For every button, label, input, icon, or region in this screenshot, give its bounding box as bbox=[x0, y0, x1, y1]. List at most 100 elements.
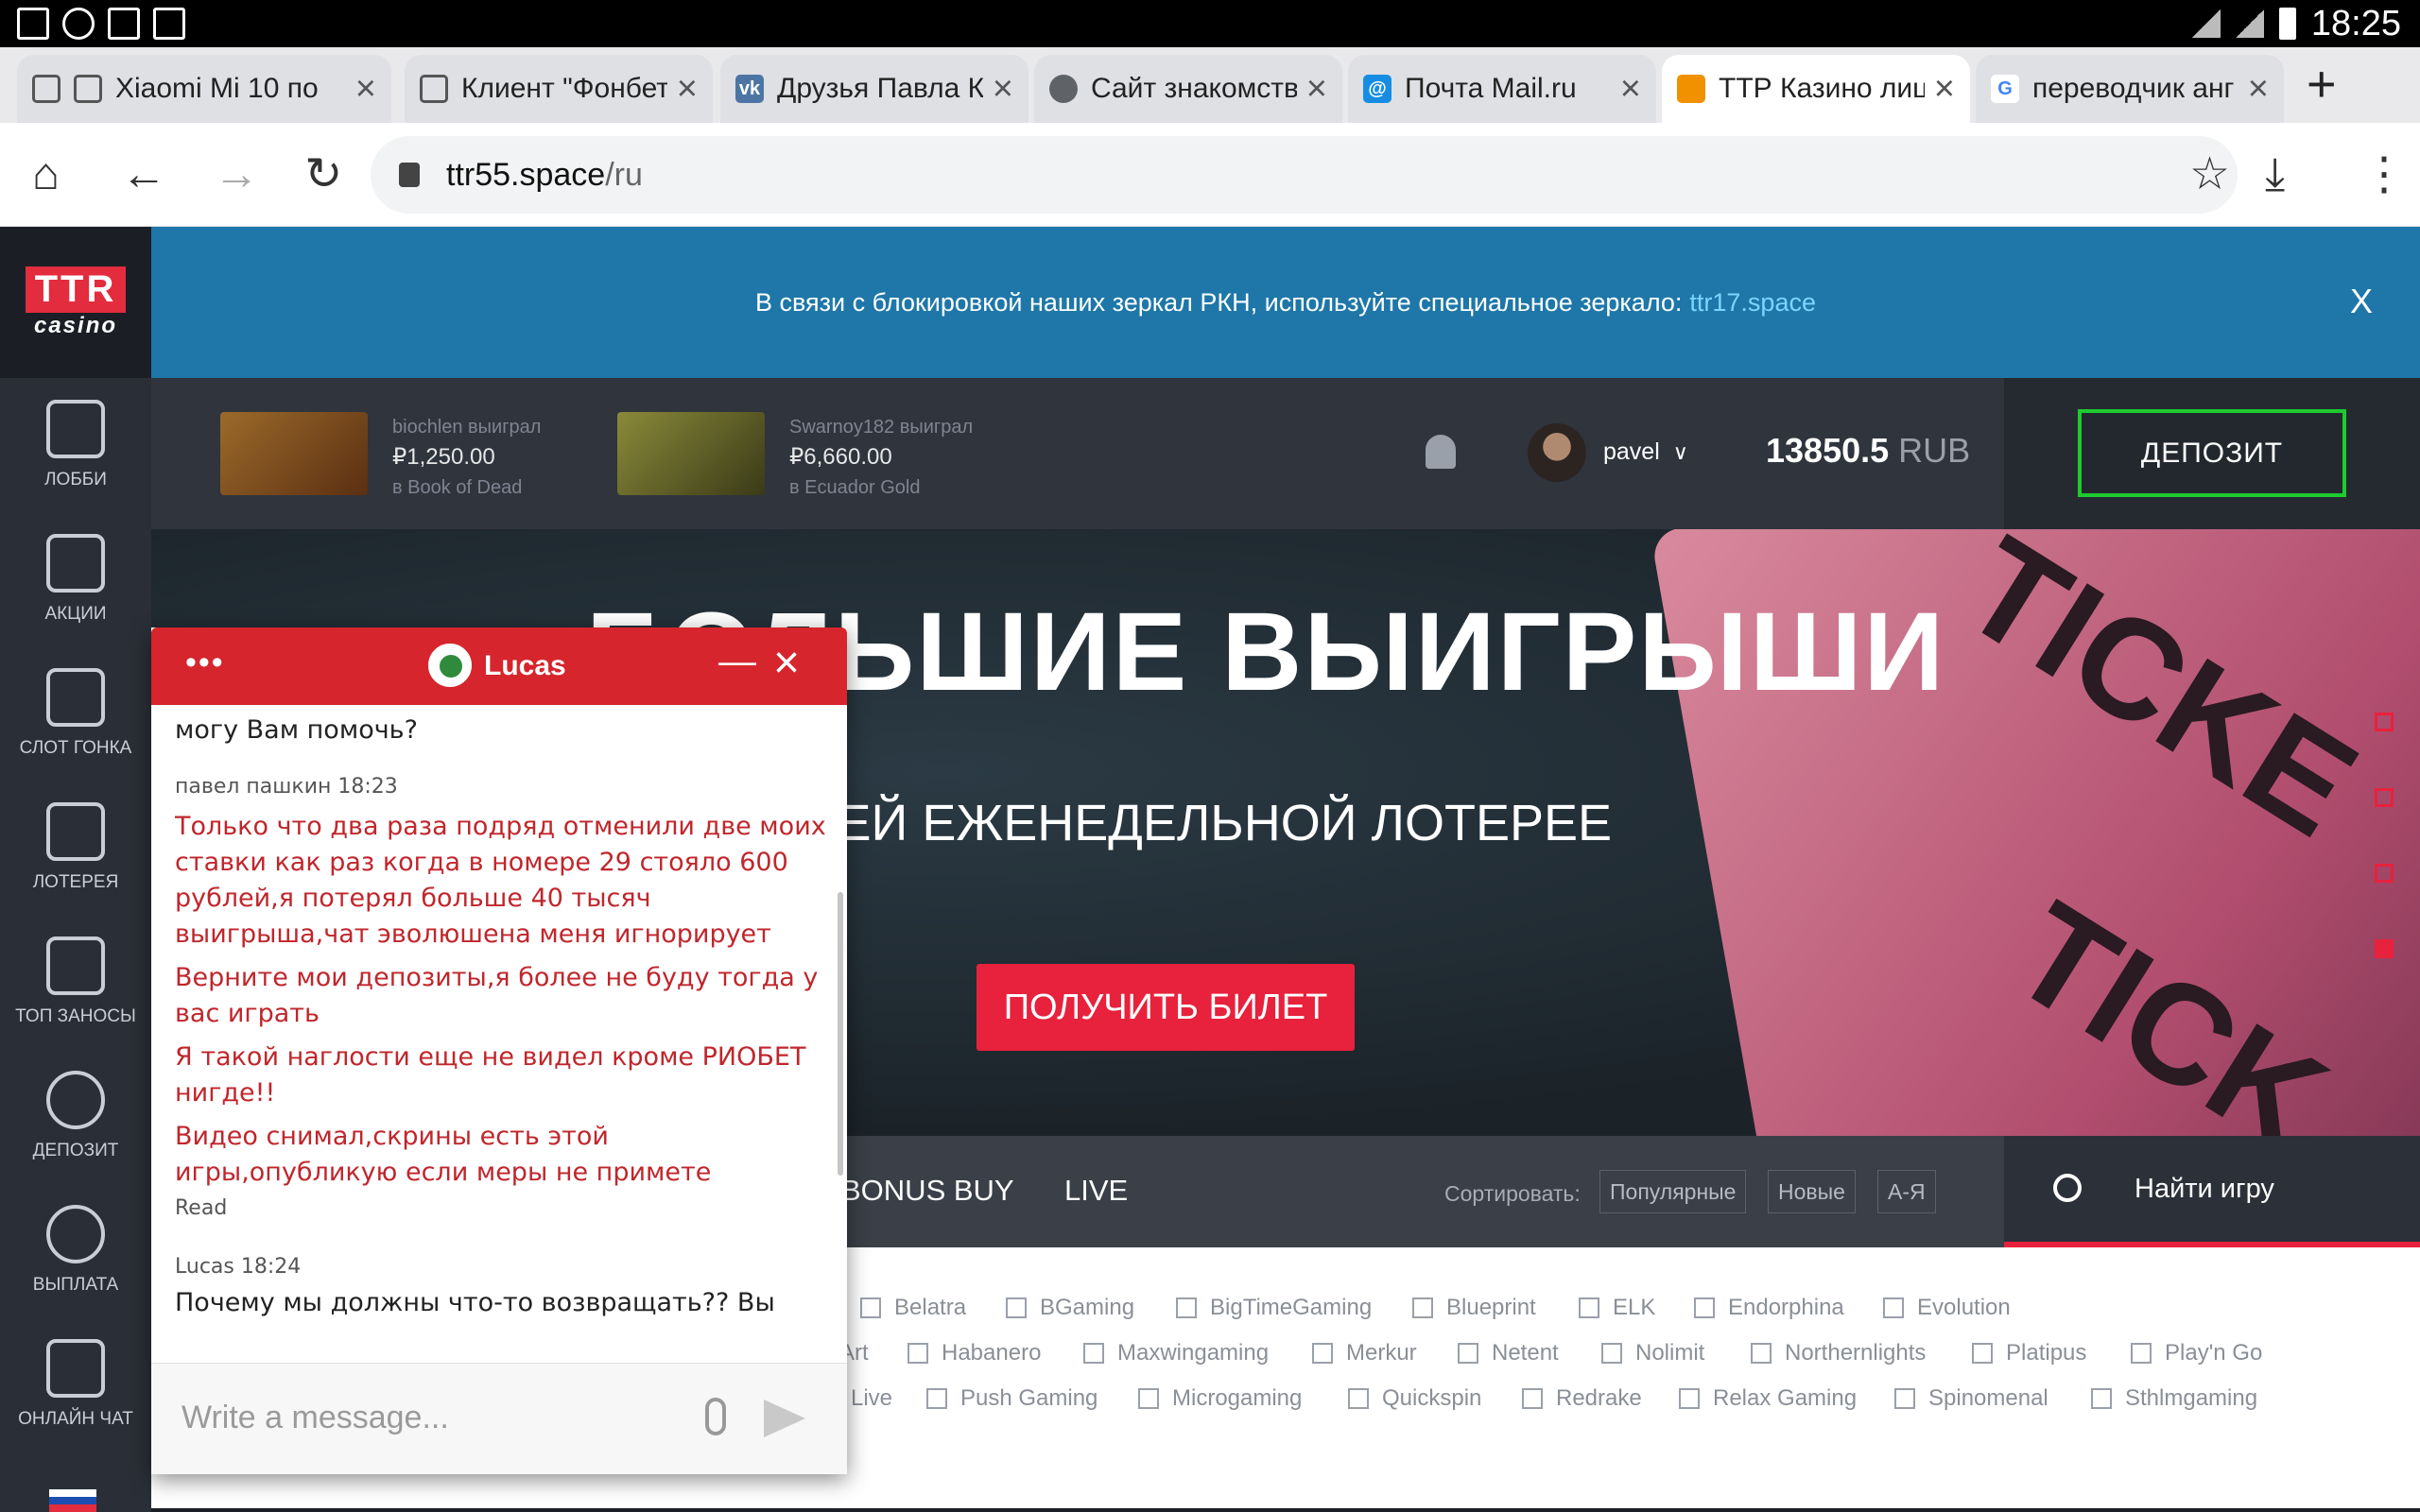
provider-checkbox[interactable]: Quickspin bbox=[1348, 1385, 1481, 1412]
notice-close-button[interactable]: X bbox=[2350, 282, 2373, 321]
url-field[interactable]: ttr55.space/ru bbox=[371, 136, 2238, 214]
sidebar-item-label: ОНЛАЙН ЧАТ bbox=[18, 1409, 133, 1429]
chat-menu-button[interactable]: ••• bbox=[185, 644, 225, 681]
close-icon[interactable]: × bbox=[355, 69, 376, 110]
provider-checkbox[interactable]: Belatra bbox=[860, 1295, 966, 1321]
tab-5[interactable]: ТТР Казино лиц × bbox=[1662, 55, 1970, 123]
provider-checkbox[interactable]: Netent bbox=[1458, 1340, 1559, 1366]
sort-new-button[interactable]: Новые bbox=[1768, 1170, 1856, 1213]
close-icon[interactable]: × bbox=[1934, 69, 1955, 110]
close-icon[interactable]: × bbox=[677, 69, 698, 110]
recent-win-card[interactable]: biochlen выиграл ₽1,250.00 в Book of Dea… bbox=[220, 412, 541, 503]
provider-checkbox[interactable]: Maxwingaming bbox=[1083, 1340, 1269, 1366]
provider-checkbox[interactable]: BigTimeGaming bbox=[1176, 1295, 1372, 1321]
provider-checkbox[interactable]: Merkur bbox=[1312, 1340, 1417, 1366]
tab-2[interactable]: vk Друзья Павла К × bbox=[720, 55, 1028, 123]
casino-logo[interactable]: TTR casino bbox=[0, 227, 151, 378]
close-icon[interactable]: × bbox=[773, 637, 800, 689]
tab-6[interactable]: G переводчик анг × bbox=[1976, 55, 2284, 123]
star-icon[interactable]: ☆ bbox=[2189, 149, 2230, 200]
minimize-icon[interactable]: — bbox=[718, 641, 756, 683]
provider-label: Habanero bbox=[942, 1340, 1042, 1366]
slider-dot[interactable] bbox=[2375, 788, 2394, 807]
recent-win-card[interactable]: Swarnoy182 выиграл ₽6,660.00 в Ecuador G… bbox=[617, 412, 973, 503]
provider-label: Play'n Go bbox=[2165, 1340, 2263, 1366]
provider-checkbox[interactable]: Habanero bbox=[908, 1340, 1041, 1366]
mirror-link[interactable]: ttr17.space bbox=[1689, 288, 1816, 318]
sidebar-item-slot-race[interactable]: СЛОТ ГОНКА bbox=[0, 646, 151, 781]
menu-icon[interactable]: ⋮ bbox=[2361, 149, 2407, 200]
forward-icon[interactable]: → bbox=[214, 149, 259, 200]
provider-checkbox[interactable]: Play'n Go bbox=[2131, 1340, 2262, 1366]
provider-label: Spinomenal bbox=[1928, 1385, 2048, 1411]
download-icon[interactable]: ⤓ bbox=[2265, 149, 2285, 200]
checkbox-icon bbox=[1694, 1297, 1715, 1318]
attach-icon[interactable] bbox=[705, 1398, 726, 1435]
new-tab-button[interactable]: + bbox=[2307, 55, 2337, 113]
slot-machine-icon bbox=[46, 400, 105, 458]
language-flag-icon[interactable] bbox=[49, 1489, 96, 1512]
provider-checkbox[interactable]: Endorphina bbox=[1694, 1295, 1844, 1321]
message-sender: павел пашкин 18:23 bbox=[175, 775, 398, 799]
provider-checkbox[interactable]: BGaming bbox=[1006, 1295, 1134, 1321]
tab-0[interactable]: Xiaomi Mi 10 по × bbox=[17, 55, 391, 123]
provider-checkbox[interactable]: Live bbox=[851, 1385, 892, 1412]
chat-messages: могу Вам помочь? павел пашкин 18:23 Толь… bbox=[175, 707, 827, 1359]
sidebar-item-label: СЛОТ ГОНКА bbox=[19, 738, 132, 758]
category-bonus-buy[interactable]: BONUS BUY bbox=[841, 1174, 1014, 1208]
send-icon[interactable] bbox=[764, 1400, 805, 1437]
home-icon[interactable]: ⌂ bbox=[32, 149, 60, 200]
chat-input[interactable]: Write a message... bbox=[151, 1363, 847, 1474]
sidebar-item-promos[interactable]: АКЦИИ bbox=[0, 512, 151, 646]
close-icon[interactable]: × bbox=[2248, 69, 2269, 110]
sidebar-item-deposit[interactable]: ДЕПОЗИТ bbox=[0, 1049, 151, 1183]
get-ticket-button[interactable]: ПОЛУЧИТЬ БИЛЕТ bbox=[977, 964, 1355, 1051]
sidebar-item-top-wins[interactable]: ТОП ЗАНОСЫ bbox=[0, 915, 151, 1049]
user-menu[interactable]: pavel ∨ bbox=[1603, 438, 1688, 466]
provider-checkbox[interactable]: Sthlmgaming bbox=[2091, 1385, 2257, 1412]
close-icon[interactable]: × bbox=[1306, 69, 1327, 110]
find-game-search[interactable]: Найти игру bbox=[2004, 1136, 2420, 1247]
close-icon[interactable]: × bbox=[993, 69, 1013, 110]
close-icon[interactable]: × bbox=[1620, 69, 1641, 110]
slider-dot[interactable] bbox=[2375, 864, 2394, 883]
deposit-button[interactable]: ДЕПОЗИТ bbox=[2078, 409, 2346, 497]
avatar[interactable] bbox=[1528, 423, 1586, 482]
clock: 18:25 bbox=[2310, 3, 2401, 43]
provider-checkbox[interactable]: Evolution bbox=[1883, 1295, 2011, 1321]
sidebar-item-live-chat[interactable]: ОНЛАЙН ЧАТ bbox=[0, 1317, 151, 1452]
win-game: в Ecuador Gold bbox=[789, 477, 921, 498]
checkbox-icon bbox=[1679, 1388, 1700, 1409]
slider-dot[interactable] bbox=[2375, 713, 2394, 731]
back-icon[interactable]: ← bbox=[121, 149, 166, 200]
tab-title: переводчик анг bbox=[2032, 73, 2235, 104]
win-game: в Book of Dead bbox=[392, 477, 523, 498]
provider-checkbox[interactable]: Microgaming bbox=[1138, 1385, 1302, 1412]
site-header: biochlen выиграл ₽1,250.00 в Book of Dea… bbox=[151, 378, 2420, 529]
provider-checkbox[interactable]: Northernlights bbox=[1751, 1340, 1926, 1366]
provider-checkbox[interactable]: Platipus bbox=[1972, 1340, 2086, 1366]
provider-checkbox[interactable]: Push Gaming bbox=[926, 1385, 1098, 1412]
tab-3[interactable]: Сайт знакомств × bbox=[1034, 55, 1342, 123]
sidebar-item-lottery[interactable]: ЛОТЕРЕЯ bbox=[0, 781, 151, 915]
agent-avatar bbox=[425, 641, 475, 690]
provider-checkbox[interactable]: Nolimit bbox=[1601, 1340, 1704, 1366]
provider-checkbox[interactable]: Blueprint bbox=[1412, 1295, 1536, 1321]
page-icon bbox=[420, 75, 448, 103]
sort-popular-button[interactable]: Популярные bbox=[1599, 1170, 1747, 1213]
mailru-icon: @ bbox=[1363, 75, 1392, 103]
tab-4[interactable]: @ Почта Mail.ru × bbox=[1348, 55, 1656, 123]
chat-scrollbar[interactable] bbox=[838, 892, 843, 1176]
sidebar-item-lobby[interactable]: ЛОББИ bbox=[0, 378, 151, 512]
sort-az-button[interactable]: А-Я bbox=[1877, 1170, 1936, 1213]
provider-checkbox[interactable]: Spinomenal bbox=[1894, 1385, 2048, 1412]
sidebar-item-payout[interactable]: ВЫПЛАТА bbox=[0, 1183, 151, 1317]
slider-dot-active[interactable] bbox=[2375, 939, 2394, 958]
tab-1[interactable]: Клиент "Фонбет × bbox=[405, 55, 713, 123]
provider-checkbox[interactable]: ELK bbox=[1579, 1295, 1655, 1321]
reload-icon[interactable]: ↻ bbox=[304, 149, 342, 200]
provider-checkbox[interactable]: Relax Gaming bbox=[1679, 1385, 1857, 1412]
provider-checkbox[interactable]: Redrake bbox=[1522, 1385, 1642, 1412]
bell-icon[interactable] bbox=[1426, 435, 1456, 469]
category-live[interactable]: LIVE bbox=[1064, 1174, 1128, 1208]
